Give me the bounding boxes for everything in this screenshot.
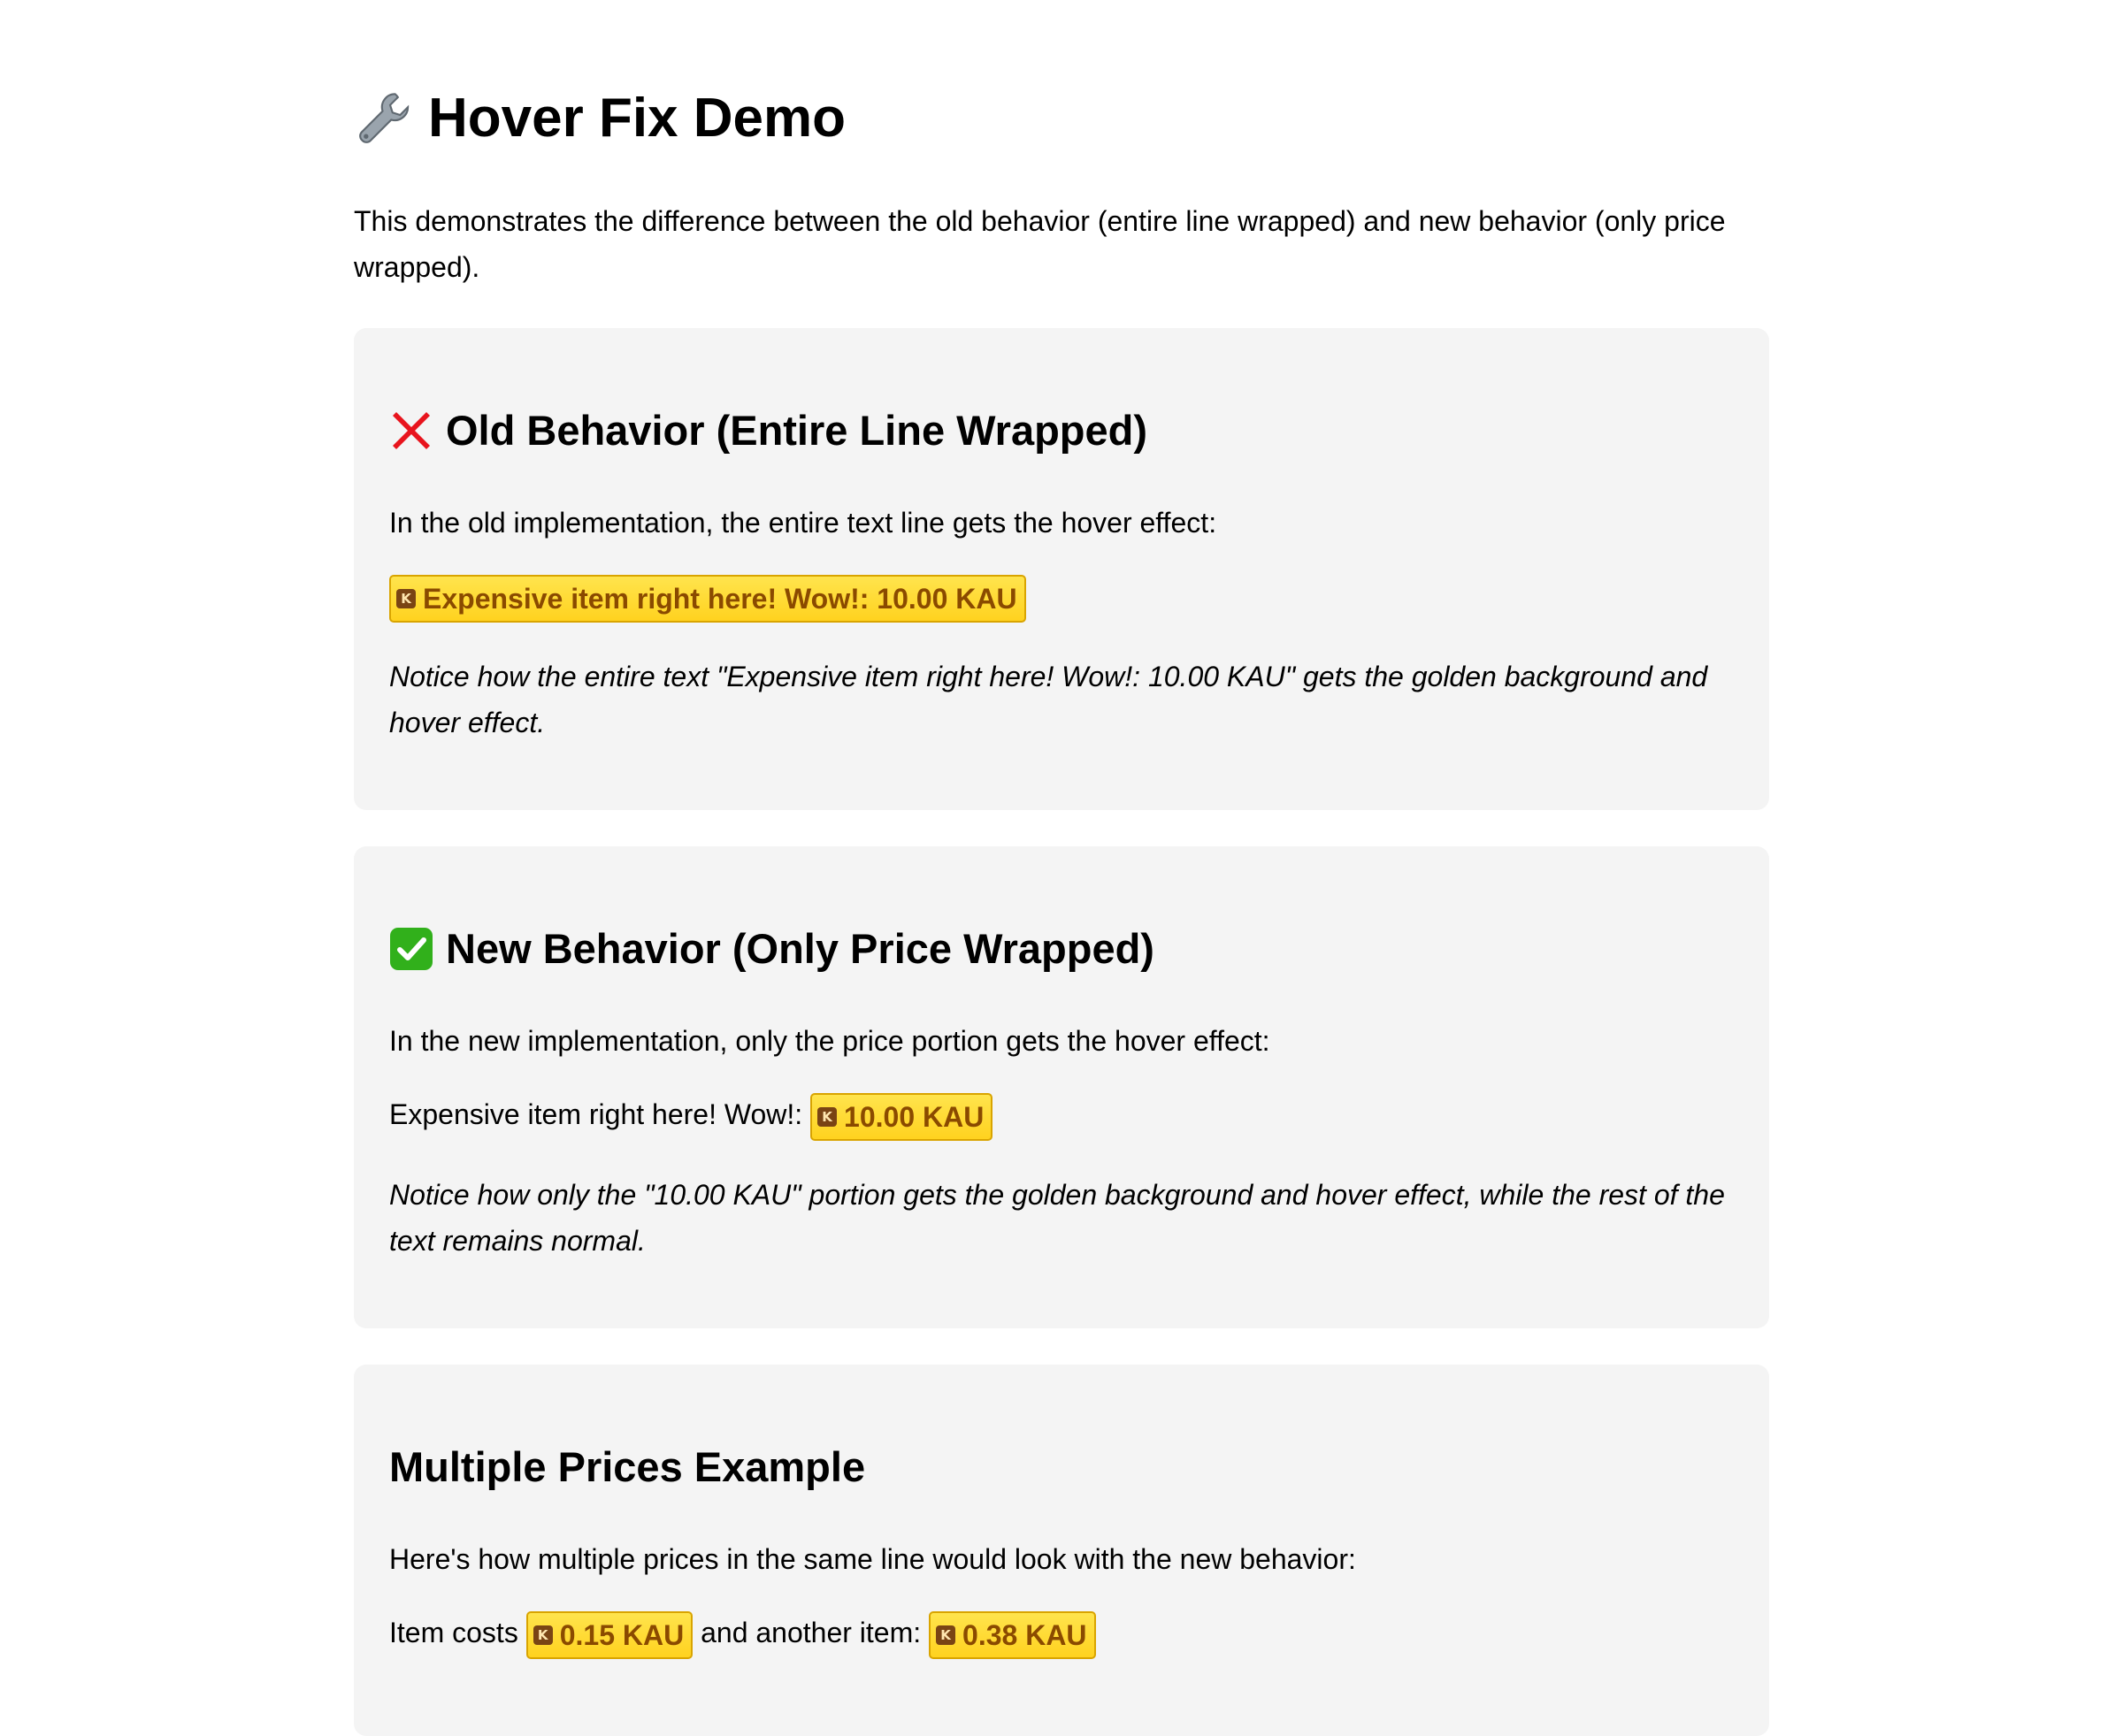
multiple-prices-section: Multiple Prices Example Here's how multi… <box>354 1365 1769 1736</box>
multiple-prices-description: Here's how multiple prices in the same l… <box>389 1543 1356 1575</box>
kau-coin-icon: K <box>533 1625 553 1645</box>
price-tag-text: 0.38 KAU <box>962 1618 1087 1651</box>
intro-text: This demonstrates the difference between… <box>354 205 1726 283</box>
old-behavior-section: Old Behavior (Entire Line Wrapped) In th… <box>354 328 1769 810</box>
old-behavior-description: In the old implementation, the entire te… <box>389 507 1217 539</box>
new-behavior-description: In the new implementation, only the pric… <box>389 1025 1270 1057</box>
kau-coin-icon: K <box>936 1625 956 1645</box>
red-cross-icon <box>393 412 430 449</box>
new-behavior-heading: New Behavior (Only Price Wrapped) <box>389 922 1154 975</box>
price-tag-full-line[interactable]: K Expensive item right here! Wow!: 10.00… <box>389 574 1026 623</box>
price-tag-text: 10.00 KAU <box>844 1100 985 1133</box>
old-behavior-example-line: K Expensive item right here! Wow!: 10.00… <box>389 573 1734 623</box>
item-text: Expensive item right here! Wow!: <box>389 1098 803 1130</box>
price-tag-text: Expensive item right here! Wow!: 10.00 K… <box>423 582 1017 615</box>
old-behavior-note: Notice how the entire text "Expensive it… <box>389 661 1708 738</box>
kau-coin-icon: K <box>817 1106 838 1127</box>
old-behavior-heading-text: Old Behavior (Entire Line Wrapped) <box>446 407 1148 454</box>
multiple-prices-heading: Multiple Prices Example <box>389 1441 865 1494</box>
price-tag[interactable]: K 10.00 KAU <box>810 1092 993 1141</box>
item-costs-text: Item costs <box>389 1617 518 1648</box>
price-tag-2[interactable]: K 0.38 KAU <box>929 1610 1096 1659</box>
price-tag-text: 0.15 KAU <box>559 1618 685 1651</box>
page-title: Hover Fix Demo <box>354 83 846 154</box>
green-check-icon <box>390 928 433 970</box>
new-behavior-note: Notice how only the "10.00 KAU" portion … <box>389 1179 1725 1257</box>
wrench-icon <box>359 93 410 143</box>
multiple-prices-heading-text: Multiple Prices Example <box>389 1443 866 1490</box>
new-behavior-heading-text: New Behavior (Only Price Wrapped) <box>446 925 1154 972</box>
new-behavior-section: New Behavior (Only Price Wrapped) In the… <box>354 846 1769 1328</box>
multiple-prices-example-line: Item costs K 0.15 KAU and another item: … <box>389 1610 1734 1659</box>
new-behavior-example-line: Expensive item right here! Wow!: K 10.00… <box>389 1091 1734 1141</box>
old-behavior-heading: Old Behavior (Entire Line Wrapped) <box>389 404 1147 457</box>
kau-coin-icon: K <box>396 588 416 608</box>
price-tag-1[interactable]: K 0.15 KAU <box>525 1610 694 1659</box>
page-title-text: Hover Fix Demo <box>428 88 847 149</box>
another-item-text: and another item: <box>701 1617 922 1648</box>
